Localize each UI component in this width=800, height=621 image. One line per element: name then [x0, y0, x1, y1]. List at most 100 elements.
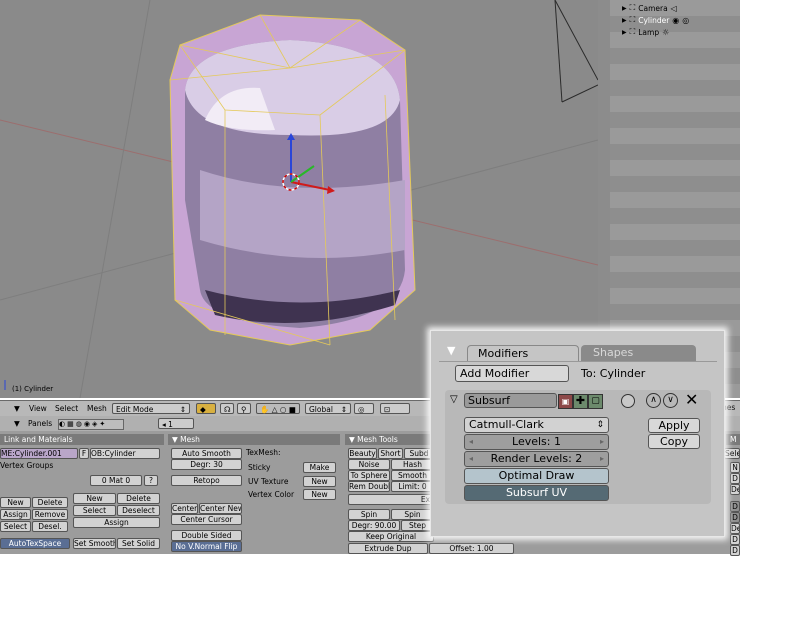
cage-toggle-icon[interactable]: [621, 394, 635, 408]
vgroup-new-button[interactable]: New: [0, 497, 31, 508]
extrude-button[interactable]: Ext: [348, 494, 434, 505]
menu-mesh[interactable]: Mesh: [87, 403, 107, 414]
right-button-1[interactable]: N: [730, 462, 740, 473]
render-levels-field[interactable]: ◂ Render Levels: 2 ▸: [464, 451, 609, 467]
menu-toggle-icon[interactable]: ▼: [14, 403, 20, 414]
apply-button[interactable]: Apply: [648, 418, 700, 433]
rem-doubles-button[interactable]: Rem Doubl: [348, 481, 390, 492]
material-assign-button[interactable]: Assign: [73, 517, 160, 528]
right-button-7[interactable]: D: [730, 534, 740, 545]
expand-icon[interactable]: ▶: [622, 5, 627, 12]
realtime-toggle-icon[interactable]: ✚: [573, 394, 588, 409]
center-button[interactable]: Center: [171, 503, 198, 514]
modifier-expand-icon[interactable]: ▽: [450, 394, 458, 405]
proportional-icon[interactable]: ◎: [354, 403, 374, 414]
snap-icon[interactable]: ⚲: [237, 403, 251, 414]
material-select-button[interactable]: Select: [73, 505, 116, 516]
uv-texture-new-button[interactable]: New: [303, 476, 336, 487]
auto-smooth-toggle[interactable]: Auto Smooth: [171, 448, 242, 459]
panel-mesh-title[interactable]: ▼ Mesh: [168, 434, 340, 445]
move-up-icon[interactable]: ∧: [646, 393, 661, 408]
double-sided-toggle[interactable]: Double Sided: [171, 530, 242, 541]
add-modifier-button[interactable]: Add Modifier: [455, 365, 569, 382]
copy-button[interactable]: Copy: [648, 434, 700, 449]
to-sphere-button[interactable]: To Sphere: [348, 470, 390, 481]
vgroup-delete-button[interactable]: Delete: [32, 497, 68, 508]
vgroup-remove-button[interactable]: Remove: [32, 509, 68, 520]
tab-shapes[interactable]: Shapes: [581, 345, 696, 361]
spin-dup-button[interactable]: Spin: [391, 509, 434, 520]
material-help-button[interactable]: ?: [144, 475, 158, 486]
draw-type-select[interactable]: ◆: [196, 403, 216, 414]
set-solid-button[interactable]: Set Solid: [117, 538, 160, 549]
autotexspace-toggle[interactable]: AutoTexSpace: [0, 538, 70, 549]
outliner-item-cylinder[interactable]: ▶ ⛶ Cylinder ◉ ◎: [622, 14, 689, 26]
subdiv-type-select[interactable]: Catmull-Clark ⇕: [464, 417, 609, 433]
decrement-icon[interactable]: ◂: [469, 435, 473, 449]
vgroup-select-button[interactable]: Select: [0, 521, 31, 532]
mode-select[interactable]: Edit Mode ⇕: [112, 403, 190, 414]
right-button-2[interactable]: D: [730, 473, 740, 484]
editmode-toggle-icon[interactable]: ▢: [588, 394, 603, 409]
optimal-draw-toggle[interactable]: Optimal Draw: [464, 468, 609, 484]
right-button-5[interactable]: D: [730, 512, 740, 523]
sticky-make-button[interactable]: Make: [303, 462, 336, 473]
offset-field[interactable]: Offset: 1.00: [429, 543, 514, 554]
right-button-4[interactable]: D: [730, 501, 740, 512]
pivot-icon[interactable]: ☊: [220, 403, 234, 414]
panel-link-materials-title[interactable]: Link and Materials: [0, 434, 164, 445]
vertex-color-new-button[interactable]: New: [303, 489, 336, 500]
spin-degr-field[interactable]: Degr: 90.00: [348, 520, 400, 531]
right-button-3[interactable]: De: [730, 484, 740, 495]
material-new-button[interactable]: New: [73, 493, 116, 504]
manipulator-buttons[interactable]: ✋ △ ○ ■: [256, 403, 300, 414]
spin-button[interactable]: Spin: [348, 509, 390, 520]
smooth-button[interactable]: Smooth: [391, 470, 434, 481]
menu-select[interactable]: Select: [55, 403, 78, 414]
mesh-name-field[interactable]: ME:Cylinder.001: [0, 448, 78, 459]
extrude-dup-button[interactable]: Extrude Dup: [348, 543, 428, 554]
modifier-name-field[interactable]: Subsurf: [464, 393, 557, 408]
menu-toggle-icon[interactable]: ▼: [14, 418, 20, 429]
tab-modifiers[interactable]: Modifiers: [467, 345, 579, 361]
vgroup-assign-button[interactable]: Assign: [0, 509, 31, 520]
material-delete-button[interactable]: Delete: [117, 493, 160, 504]
right-panel-title[interactable]: M: [726, 434, 740, 445]
short-toggle[interactable]: Short: [378, 448, 403, 459]
move-down-icon[interactable]: ∨: [663, 393, 678, 408]
hash-button[interactable]: Hash: [391, 459, 434, 470]
retopo-toggle[interactable]: Retopo: [171, 475, 242, 486]
increment-icon[interactable]: ▸: [600, 435, 604, 449]
expand-icon[interactable]: ▶: [622, 17, 627, 24]
expand-icon[interactable]: ▶: [622, 29, 627, 36]
right-button-8[interactable]: D: [730, 545, 740, 556]
menu-view[interactable]: View: [29, 403, 47, 414]
set-smooth-button[interactable]: Set Smooth: [73, 538, 116, 549]
limit-field[interactable]: Limit: 0: [391, 481, 434, 492]
material-deselect-button[interactable]: Deselect: [117, 505, 160, 516]
vgroup-deselect-button[interactable]: Desel.: [32, 521, 68, 532]
center-new-button[interactable]: Center New: [199, 503, 242, 514]
close-icon[interactable]: ✕: [685, 390, 698, 409]
right-button-6[interactable]: De: [730, 523, 740, 534]
degr-field[interactable]: Degr: 30: [171, 459, 242, 470]
collapse-icon[interactable]: ▼: [447, 344, 455, 357]
right-select-button[interactable]: Sele: [724, 448, 740, 459]
fake-user-button[interactable]: F: [79, 448, 89, 459]
beauty-toggle[interactable]: Beauty: [348, 448, 377, 459]
increment-icon[interactable]: ▸: [600, 452, 604, 466]
keep-original-toggle[interactable]: Keep Original: [348, 531, 434, 542]
frame-field[interactable]: ◂ 1: [158, 418, 194, 429]
levels-field[interactable]: ◂ Levels: 1 ▸: [464, 434, 609, 450]
center-cursor-button[interactable]: Center Cursor: [171, 514, 242, 525]
orientation-select[interactable]: Global ⇕: [305, 403, 351, 414]
noise-button[interactable]: Noise: [348, 459, 390, 470]
subsurf-uv-toggle[interactable]: Subsurf UV: [464, 485, 609, 501]
object-name-field[interactable]: OB:Cylinder: [90, 448, 160, 459]
decrement-icon[interactable]: ◂: [469, 452, 473, 466]
select-mode-buttons[interactable]: ⊡: [380, 403, 410, 414]
render-toggle-icon[interactable]: ▣: [558, 394, 573, 409]
outliner-item-lamp[interactable]: ▶ ⛶ Lamp ☼: [622, 26, 669, 38]
no-vnormal-flip-toggle[interactable]: No V.Normal Flip: [171, 541, 242, 552]
material-index-field[interactable]: 0 Mat 0: [90, 475, 142, 486]
